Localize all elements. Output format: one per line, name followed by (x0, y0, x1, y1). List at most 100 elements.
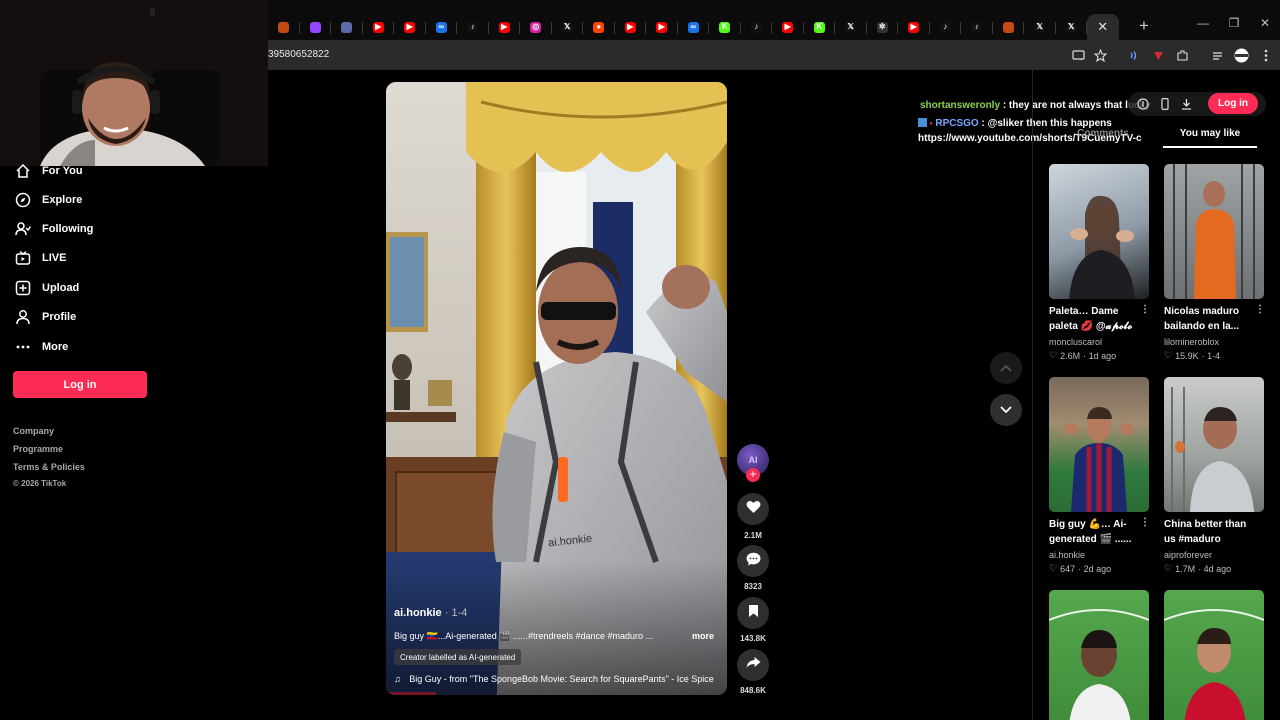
kick-icon: K (813, 21, 825, 33)
share-button[interactable] (737, 649, 769, 681)
browser-tab[interactable]: ▶ (646, 14, 678, 40)
chevron-down-icon (1000, 401, 1012, 419)
chat-message-1: shortansweronly : they are not always th… (920, 100, 1151, 111)
recommended-thumbnail[interactable] (1049, 377, 1149, 512)
browser-tab[interactable] (300, 14, 332, 40)
like-button[interactable] (737, 493, 769, 525)
new-tab-button[interactable]: + (1135, 16, 1153, 36)
browser-tab[interactable]: 𝕏 (1056, 14, 1088, 40)
nav-profile[interactable]: Profile (14, 306, 76, 328)
heart-outline-icon: ♡ (1049, 350, 1058, 360)
coins-icon[interactable] (1136, 97, 1150, 111)
browser-menu-icon[interactable] (1258, 47, 1274, 63)
previous-video-button[interactable] (990, 352, 1022, 384)
video-music[interactable]: ♫ Big Guy - from "The SpongeBob Movie: S… (394, 674, 718, 684)
browser-tab[interactable]: K (709, 14, 741, 40)
browser-tab[interactable]: ♪ (741, 14, 773, 40)
browser-tab[interactable]: ♪ (930, 14, 962, 40)
nav-upload[interactable]: Upload (14, 277, 79, 299)
audio-extension-icon[interactable] (1125, 47, 1141, 63)
recommended-thumbnail[interactable] (1164, 164, 1264, 299)
description-more-button[interactable]: more (692, 631, 714, 641)
restore-button[interactable]: ❐ (1225, 16, 1243, 36)
browser-tab[interactable]: ♪ (961, 14, 993, 40)
nav-live[interactable]: LIVE (14, 247, 66, 269)
card-options-icon[interactable]: ⋮ (1140, 517, 1150, 528)
sidebar-login-button[interactable]: Log in (13, 371, 147, 398)
browser-tab[interactable]: ▶ (489, 14, 521, 40)
extension-red-icon[interactable] (1150, 47, 1166, 63)
browser-tab[interactable] (268, 14, 300, 40)
close-window-button[interactable]: ✕ (1256, 16, 1274, 36)
browser-tab[interactable]: ♪ (457, 14, 489, 40)
recommended-thumbnail[interactable] (1164, 377, 1264, 512)
youtube-icon: ▶ (656, 21, 668, 33)
nav-following[interactable]: Following (14, 218, 93, 240)
nav-for-you[interactable]: For You (14, 160, 83, 182)
header-login-button[interactable]: Log in (1208, 93, 1258, 114)
browser-tab[interactable]: ▶ (898, 14, 930, 40)
share-icon (746, 656, 761, 674)
card-options-icon[interactable]: ⋮ (1140, 304, 1150, 315)
card-title[interactable]: Paleta… Dame paleta 💋 @𝓪𝓹𝓸𝓵𝓸 (1049, 304, 1135, 334)
chat-username: shortansweronly (920, 100, 1001, 111)
chat-username: RPCSGO (935, 118, 979, 129)
browser-tab[interactable] (331, 14, 363, 40)
browser-tab[interactable]: ▶ (615, 14, 647, 40)
recommended-thumbnail[interactable] (1049, 590, 1149, 720)
browser-tab[interactable]: 𝕏 (835, 14, 867, 40)
extensions-puzzle-icon[interactable] (1174, 47, 1190, 63)
following-icon (14, 220, 32, 238)
download-icon[interactable] (1179, 97, 1193, 111)
card-author[interactable]: ai.honkie (1049, 550, 1085, 560)
browser-tab[interactable]: ● (583, 14, 615, 40)
browser-tab[interactable]: ▶ (772, 14, 804, 40)
card-options-icon[interactable]: ⋮ (1255, 304, 1265, 315)
follow-button[interactable]: + (746, 468, 760, 482)
footer-programme-link[interactable]: Programme (13, 444, 63, 454)
tiktok-icon: ♪ (939, 21, 951, 33)
close-tab-icon[interactable]: ✕ (1097, 19, 1108, 35)
tab-favicon (278, 21, 290, 33)
next-video-button[interactable] (990, 394, 1022, 426)
active-tab[interactable]: ✕ (1087, 14, 1119, 40)
card-title[interactable]: China better than us #maduro (1164, 517, 1250, 547)
profile-avatar[interactable] (1233, 47, 1249, 63)
card-title[interactable]: Big guy 💪… Ai-generated 🎬 ...... (1049, 517, 1135, 547)
minimize-button[interactable]: — (1194, 16, 1212, 36)
ai-generated-label: Creator labelled as AI-generated (394, 649, 522, 665)
browser-tab[interactable]: ∞ (678, 14, 710, 40)
browser-tab[interactable]: 𝕏 (1024, 14, 1056, 40)
nav-explore[interactable]: Explore (14, 189, 82, 211)
card-author[interactable]: lilomineroblox (1164, 337, 1219, 347)
card-author[interactable]: moncluscarol (1049, 337, 1102, 347)
card-title[interactable]: Nicolas maduro bailando en la... (1164, 304, 1250, 334)
instagram-icon: ◎ (530, 21, 542, 33)
browser-tab[interactable]: ▶ (394, 14, 426, 40)
browser-tab[interactable]: ▶ (363, 14, 395, 40)
media-controls-icon[interactable] (1209, 47, 1225, 63)
save-button[interactable] (737, 597, 769, 629)
recommended-thumbnail[interactable] (1049, 164, 1149, 299)
card-author[interactable]: aiproforever (1164, 550, 1212, 560)
recommended-thumbnail[interactable] (1164, 590, 1264, 720)
music-title: Big Guy - from "The SpongeBob Movie: Sea… (409, 674, 714, 684)
video-author[interactable]: ai.honkie (394, 607, 442, 619)
footer-terms-link[interactable]: Terms & Policies (13, 462, 85, 472)
address-bar[interactable]: 39580652822 (268, 49, 329, 60)
comment-button[interactable] (737, 545, 769, 577)
browser-tab[interactable]: 𝕏 (552, 14, 584, 40)
browser-tab[interactable]: ✲ (867, 14, 899, 40)
browser-tab[interactable] (993, 14, 1025, 40)
cast-icon[interactable] (1070, 47, 1086, 63)
browser-tab[interactable]: ∞ (426, 14, 458, 40)
browser-tab[interactable]: K (804, 14, 836, 40)
nav-label: Following (42, 223, 94, 235)
nav-more[interactable]: More (14, 336, 68, 358)
browser-tab[interactable]: ◎ (520, 14, 552, 40)
tab-comments[interactable]: Comments (1048, 128, 1158, 148)
bookmark-star-icon[interactable] (1092, 47, 1108, 63)
tab-you-may-like[interactable]: You may like (1163, 128, 1257, 148)
device-icon[interactable] (1158, 97, 1172, 111)
footer-company-link[interactable]: Company (13, 426, 54, 436)
